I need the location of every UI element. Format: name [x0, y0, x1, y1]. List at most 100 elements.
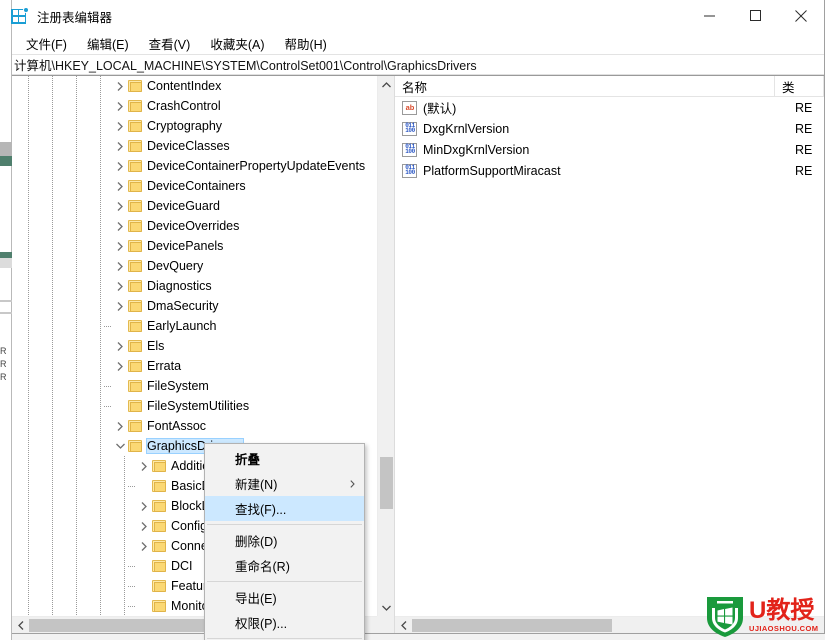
- tree-item-label: CrashControl: [147, 99, 221, 113]
- tree-item-deviceclasses[interactable]: DeviceClasses: [12, 136, 377, 156]
- tree-leaf-spacer: [112, 316, 128, 336]
- value-row[interactable]: 011 100 DxgKrnlVersion RE: [395, 118, 824, 139]
- chevron-right-icon[interactable]: [112, 176, 128, 196]
- chevron-right-icon[interactable]: [112, 136, 128, 156]
- tree-item-label: Els: [147, 339, 165, 353]
- value-row[interactable]: 011 100 PlatformSupportMiracast RE: [395, 160, 824, 181]
- folder-icon: [128, 160, 142, 172]
- menu-file[interactable]: 文件(F): [26, 34, 67, 53]
- tree-item-deviceguard[interactable]: DeviceGuard: [12, 196, 377, 216]
- value-type: RE: [795, 121, 813, 136]
- background-window-deco: [0, 312, 12, 314]
- tree-item-contentindex[interactable]: ContentIndex: [12, 76, 377, 96]
- chevron-right-icon[interactable]: [112, 196, 128, 216]
- close-button[interactable]: [778, 0, 824, 31]
- column-header-type[interactable]: 类: [775, 76, 824, 96]
- column-header-name[interactable]: 名称: [395, 76, 775, 96]
- shield-logo-icon: [704, 594, 746, 638]
- tree-item-errata[interactable]: Errata: [12, 356, 377, 376]
- chevron-right-icon[interactable]: [112, 356, 128, 376]
- maximize-button[interactable]: [732, 0, 778, 31]
- chevron-right-icon[interactable]: [112, 76, 128, 96]
- menu-favorites[interactable]: 收藏夹(A): [210, 34, 264, 53]
- ctx-collapse[interactable]: 折叠: [205, 446, 364, 471]
- menu-help[interactable]: 帮助(H): [284, 34, 326, 53]
- ctx-find[interactable]: 查找(F)...: [205, 496, 364, 521]
- ctx-rename[interactable]: 重命名(R): [205, 553, 364, 578]
- chevron-right-icon[interactable]: [112, 156, 128, 176]
- tree-item-cryptography[interactable]: Cryptography: [12, 116, 377, 136]
- menu-view[interactable]: 查看(V): [149, 34, 191, 53]
- folder-icon: [152, 540, 166, 552]
- folder-icon: [152, 480, 166, 492]
- scroll-left-icon[interactable]: [12, 617, 29, 634]
- folder-icon: [128, 320, 142, 332]
- tree-item-filesystem[interactable]: FileSystem: [12, 376, 377, 396]
- registry-editor-window: 注册表编辑器 文件(F) 编辑(E) 查看(V) 收藏夹(A) 帮助(H) 计算…: [11, 0, 825, 634]
- tree-item-devicecontainers[interactable]: DeviceContainers: [12, 176, 377, 196]
- watermark: U教授 UJIAOSHOU.COM: [704, 594, 818, 638]
- tree-item-dmasecurity[interactable]: DmaSecurity: [12, 296, 377, 316]
- tree-item-devicepanels[interactable]: DevicePanels: [12, 236, 377, 256]
- scroll-down-icon[interactable]: [378, 599, 394, 616]
- ctx-export[interactable]: 导出(E): [205, 585, 364, 610]
- folder-icon: [128, 140, 142, 152]
- menu-item-label: 权限(P)...: [235, 617, 288, 631]
- chevron-right-icon[interactable]: [112, 116, 128, 136]
- tree-item-filesystemutilities[interactable]: FileSystemUtilities: [12, 396, 377, 416]
- chevron-down-icon[interactable]: [112, 436, 128, 456]
- chevron-right-icon[interactable]: [112, 256, 128, 276]
- tree-item-diagnostics[interactable]: Diagnostics: [12, 276, 377, 296]
- chevron-right-icon[interactable]: [136, 536, 152, 556]
- chevron-right-icon[interactable]: [112, 276, 128, 296]
- ctx-new[interactable]: 新建(N): [205, 471, 364, 496]
- chevron-right-icon[interactable]: [112, 336, 128, 356]
- tree-item-earlylaunch[interactable]: EarlyLaunch: [12, 316, 377, 336]
- folder-icon: [128, 240, 142, 252]
- tree-leaf-spacer: [112, 376, 128, 396]
- ctx-permissions[interactable]: 权限(P)...: [205, 610, 364, 635]
- menu-edit[interactable]: 编辑(E): [87, 34, 129, 53]
- folder-icon: [128, 360, 142, 372]
- tree-leaf-spacer: [136, 576, 152, 596]
- menu-item-label: 查找(F)...: [235, 503, 287, 517]
- title-bar: 注册表编辑器: [11, 0, 824, 32]
- value-name: MinDxgKrnlVersion: [423, 142, 530, 157]
- folder-icon: [128, 420, 142, 432]
- chevron-right-icon[interactable]: [136, 456, 152, 476]
- background-window[interactable]: R R R: [0, 0, 12, 640]
- tree-item-label: Cryptography: [147, 119, 223, 133]
- address-bar[interactable]: 计算机\HKEY_LOCAL_MACHINE\SYSTEM\ControlSet…: [12, 54, 824, 75]
- value-row[interactable]: 011 100 MinDxgKrnlVersion RE: [395, 139, 824, 160]
- background-window-text: R: [0, 346, 7, 356]
- menu-item-label: 重命名(R): [235, 560, 290, 574]
- chevron-right-icon[interactable]: [112, 216, 128, 236]
- folder-icon: [128, 100, 142, 112]
- chevron-right-icon[interactable]: [136, 496, 152, 516]
- tree-item-devicecontainerpropertyupdateevents[interactable]: DeviceContainerPropertyUpdateEvents: [12, 156, 377, 176]
- chevron-right-icon[interactable]: [112, 96, 128, 116]
- folder-icon: [152, 600, 166, 612]
- tree-item-crashcontrol[interactable]: CrashControl: [12, 96, 377, 116]
- scroll-left-icon[interactable]: [395, 617, 412, 634]
- tree-item-els[interactable]: Els: [12, 336, 377, 356]
- scroll-up-icon[interactable]: [378, 76, 394, 93]
- tree-item-label: FileSystem: [147, 379, 209, 393]
- tree-vertical-scrollbar[interactable]: [377, 76, 394, 616]
- folder-icon: [128, 180, 142, 192]
- chevron-right-icon[interactable]: [112, 416, 128, 436]
- list-hscroll-thumb[interactable]: [412, 618, 612, 632]
- tree-item-fontassoc[interactable]: FontAssoc: [12, 416, 377, 436]
- ctx-delete[interactable]: 删除(D): [205, 528, 364, 553]
- tree-item-devquery[interactable]: DevQuery: [12, 256, 377, 276]
- tree-item-deviceoverrides[interactable]: DeviceOverrides: [12, 216, 377, 236]
- tree-item-label: Errata: [147, 359, 182, 373]
- tree-item-label: Diagnostics: [147, 279, 212, 293]
- chevron-right-icon[interactable]: [136, 516, 152, 536]
- folder-icon: [152, 520, 166, 532]
- chevron-right-icon[interactable]: [112, 236, 128, 256]
- value-row[interactable]: ab (默认) RE: [395, 97, 824, 118]
- tree-scroll-thumb[interactable]: [380, 457, 393, 509]
- chevron-right-icon[interactable]: [112, 296, 128, 316]
- minimize-button[interactable]: [686, 0, 732, 31]
